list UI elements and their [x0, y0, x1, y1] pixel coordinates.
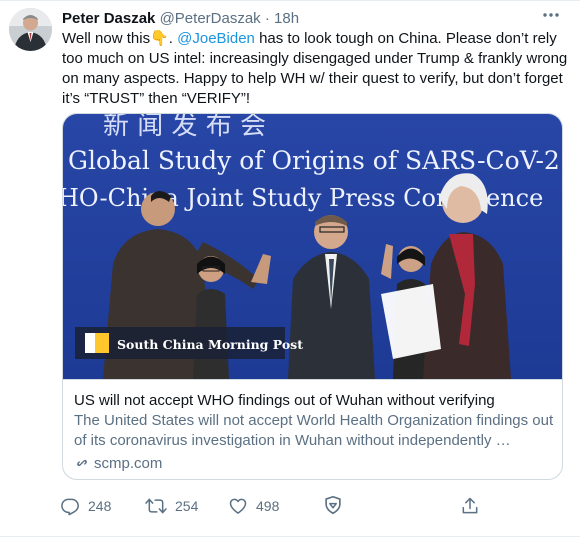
tweet-timestamp[interactable]: 18h — [274, 10, 299, 27]
action-bar: 248 254 498 — [60, 494, 560, 518]
like-count: 498 — [256, 498, 280, 514]
domain-label: scmp.com — [94, 455, 163, 472]
card-description: The United States will not accept World … — [74, 412, 554, 449]
share-icon — [462, 497, 478, 514]
avatar-photo — [9, 8, 52, 51]
bottom-divider — [0, 536, 580, 537]
top-divider — [0, 0, 580, 1]
reply-icon — [61, 498, 79, 516]
watermark-text: South China Morning Post — [117, 337, 303, 352]
like-icon — [229, 498, 247, 514]
card-domain: scmp.com — [74, 454, 162, 474]
tweet-header: Peter Daszak @PeterDaszak · 18h — [62, 9, 299, 29]
banner-top-text: 新 闻 发 布 会 — [103, 114, 266, 141]
user-handle[interactable]: @PeterDaszak — [160, 10, 261, 27]
like-button[interactable]: 498 — [228, 494, 279, 518]
card-image: 新 闻 发 布 会 Global Study of Origins of SAR… — [63, 114, 562, 379]
link-icon — [77, 459, 87, 467]
pointing-down-emoji: 👇 — [150, 30, 169, 47]
scmp-watermark: South China Morning Post — [75, 327, 303, 359]
banner-line1: Global Study of Origins of SARS-CoV-2 — [68, 146, 560, 175]
mention-link[interactable]: @JoeBiden — [177, 30, 255, 47]
tweet-text-part1: Well now this — [62, 30, 151, 47]
retweet-button[interactable]: 254 — [145, 494, 198, 518]
dm-share-button[interactable] — [322, 494, 352, 518]
share-button[interactable] — [460, 494, 488, 518]
tweet-text-part2: . — [168, 30, 178, 47]
card-body[interactable]: US will not accept WHO findings out of W… — [63, 379, 562, 472]
reply-count: 248 — [88, 498, 112, 514]
retweet-count: 254 — [175, 498, 199, 514]
avatar[interactable] — [9, 8, 52, 51]
card-title: US will not accept WHO findings out of W… — [74, 392, 495, 409]
header-separator: · — [260, 10, 275, 27]
more-icon[interactable] — [538, 6, 564, 28]
reply-button[interactable]: 248 — [60, 494, 111, 518]
retweet-icon — [145, 498, 167, 514]
link-card[interactable]: 新 闻 发 布 会 Global Study of Origins of SAR… — [62, 113, 563, 480]
shield-icon — [325, 495, 341, 515]
tweet-text: Well now this👇. @JoeBiden has to look to… — [62, 29, 570, 109]
display-name[interactable]: Peter Daszak — [62, 10, 155, 27]
